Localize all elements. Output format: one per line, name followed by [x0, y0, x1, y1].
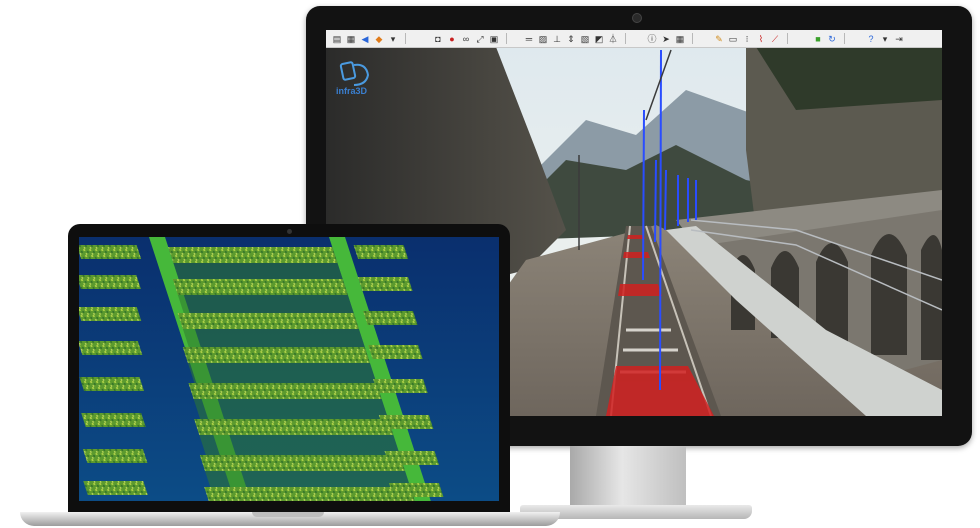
- toolbar-separator: [405, 33, 406, 44]
- diamond-icon[interactable]: ◆: [374, 34, 384, 44]
- save-icon[interactable]: ▭: [728, 34, 738, 44]
- binoculars-icon[interactable]: ∞: [461, 34, 471, 44]
- laptop-notch: [252, 512, 324, 517]
- export-icon[interactable]: ■: [813, 34, 823, 44]
- help-icon[interactable]: ?: [866, 34, 876, 44]
- monitor-stand: [570, 446, 686, 512]
- image-icon[interactable]: ▨: [538, 34, 548, 44]
- pencil-icon[interactable]: ✎: [714, 34, 724, 44]
- photo-icon[interactable]: ▧: [580, 34, 590, 44]
- dropdown-icon[interactable]: ▾: [388, 34, 398, 44]
- toolbar-separator: [844, 33, 845, 44]
- screen-icon[interactable]: ▣: [489, 34, 499, 44]
- dropdown-icon[interactable]: ▾: [880, 34, 890, 44]
- logo-text: infra3D: [336, 86, 368, 96]
- layers-icon[interactable]: ▤: [332, 34, 342, 44]
- refresh-icon[interactable]: ↻: [827, 34, 837, 44]
- toolbar-separator: [625, 33, 626, 44]
- camera-icon[interactable]: ◘: [433, 34, 443, 44]
- monitor-camera: [632, 13, 642, 23]
- chart-icon[interactable]: ▦: [346, 34, 356, 44]
- record-icon[interactable]: ●: [447, 34, 457, 44]
- info-icon[interactable]: ⓘ: [647, 34, 657, 44]
- toolbar-separator: [692, 33, 693, 44]
- points-icon[interactable]: ⁝: [742, 34, 752, 44]
- path-icon[interactable]: ⌇: [756, 34, 766, 44]
- back-arrow-icon[interactable]: ◀: [360, 34, 370, 44]
- level-icon[interactable]: ⏃: [608, 34, 618, 44]
- cursor-icon[interactable]: ➤: [661, 34, 671, 44]
- toolbar-separator: [787, 33, 788, 44]
- line-icon[interactable]: ⟋: [770, 34, 780, 44]
- point-cloud-view[interactable]: [79, 237, 499, 501]
- expand-icon[interactable]: ⤢: [475, 34, 485, 44]
- profile-icon[interactable]: ◩: [594, 34, 604, 44]
- ruler-icon[interactable]: ═: [524, 34, 534, 44]
- logout-icon[interactable]: ⇥: [894, 34, 904, 44]
- laptop-camera: [287, 229, 292, 234]
- laptop-screen: [79, 237, 499, 501]
- toolbar: ▤ ▦ ◀ ◆ ▾ ◘ ● ∞ ⤢ ▣ ═ ▨ ⊥ ⇕ ▧ ◩ ⏃ ⓘ ➤ ▦ …: [326, 30, 942, 48]
- grid-icon[interactable]: ▦: [675, 34, 685, 44]
- toolbar-separator: [506, 33, 507, 44]
- height-icon[interactable]: ⇕: [566, 34, 576, 44]
- measure-icon[interactable]: ⊥: [552, 34, 562, 44]
